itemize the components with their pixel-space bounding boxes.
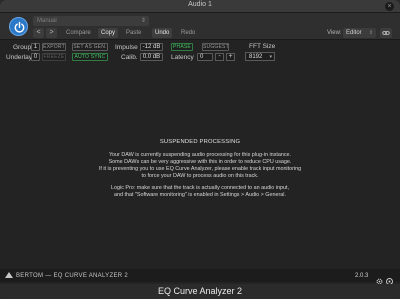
previous-preset-button[interactable]: < bbox=[33, 28, 44, 38]
preset-dropdown[interactable]: Manual ⇕ bbox=[33, 16, 149, 26]
calib-label: Calib. bbox=[121, 54, 138, 61]
gear-icon[interactable] bbox=[376, 272, 383, 285]
link-icon[interactable] bbox=[380, 28, 392, 38]
help-icon[interactable] bbox=[386, 272, 393, 285]
suggest-button[interactable]: SUGGEST bbox=[202, 43, 229, 51]
copy-button[interactable]: Copy bbox=[98, 28, 119, 38]
export-button[interactable]: EXPORT bbox=[42, 43, 66, 51]
preset-value: Manual bbox=[37, 18, 57, 24]
calib-field[interactable]: 0.0 dB bbox=[140, 53, 163, 61]
message-line: to force your DAW to process audio on th… bbox=[141, 173, 259, 179]
title-bar: Audio 1 × bbox=[0, 0, 400, 13]
plugin-name-bar: EQ Curve Analyzer 2 bbox=[0, 284, 400, 299]
undo-button[interactable]: Undo bbox=[152, 28, 173, 38]
message-line: Logic Pro: make sure that the track is a… bbox=[111, 185, 289, 191]
message-line: If it is preventing you to use EQ Curve … bbox=[98, 166, 302, 172]
message-line: Some DAWs can be very aggressive with th… bbox=[108, 159, 292, 165]
redo-button[interactable]: Redo bbox=[178, 28, 198, 38]
chevron-updown-icon: ⇕ bbox=[368, 30, 373, 36]
auto-sync-button[interactable]: AUTO SYNC bbox=[72, 53, 108, 61]
message-line: Your DAW is currently suspending audio p… bbox=[108, 152, 292, 158]
compare-button[interactable]: Compare bbox=[63, 28, 94, 38]
paste-button[interactable]: Paste bbox=[123, 28, 144, 38]
set-as-gen-button[interactable]: SET AS GEN. bbox=[72, 43, 108, 51]
impulse-label: Impulse bbox=[115, 44, 138, 51]
phase-button[interactable]: PHASE bbox=[171, 43, 193, 51]
chevron-down-icon: ▾ bbox=[269, 54, 272, 60]
underlay-label: Underlay bbox=[6, 54, 33, 61]
latency-increment-button[interactable]: + bbox=[226, 53, 235, 61]
fft-size-label: FFT Size bbox=[249, 43, 276, 50]
host-header: Manual ⇕ < > Compare Copy Paste Undo Red… bbox=[0, 13, 400, 40]
close-icon[interactable]: × bbox=[385, 2, 394, 11]
fft-size-dropdown[interactable]: 8192 ▾ bbox=[245, 52, 275, 61]
group-field[interactable]: 1 bbox=[31, 43, 40, 51]
brand: BERTOM — EQ CURVE ANALYZER 2 bbox=[5, 272, 128, 280]
freeze-button[interactable]: FREEZE bbox=[42, 53, 66, 61]
message-heading: SUSPENDED PROCESSING bbox=[159, 139, 241, 145]
fft-size-value: 8192 bbox=[249, 54, 263, 60]
view-dropdown[interactable]: Editor ⇕ bbox=[343, 28, 376, 38]
chevron-updown-icon: ⇕ bbox=[140, 18, 146, 24]
latency-decrement-button[interactable]: - bbox=[215, 53, 224, 61]
next-preset-button[interactable]: > bbox=[46, 28, 57, 38]
group-label: Group bbox=[13, 44, 32, 51]
window-title: Audio 1 bbox=[188, 1, 212, 8]
version-label: 2.0.3 bbox=[355, 273, 369, 279]
impulse-field[interactable]: -12 dB bbox=[140, 43, 163, 51]
latency-field[interactable]: 0 bbox=[197, 53, 213, 61]
brand-text: BERTOM — EQ CURVE ANALYZER 2 bbox=[16, 273, 128, 279]
message-line: and that "Software monitoring" is enable… bbox=[114, 192, 286, 198]
bertom-logo-icon bbox=[5, 272, 13, 278]
underlay-field[interactable]: 0 bbox=[31, 53, 40, 61]
view-label: View: bbox=[327, 30, 342, 36]
plugin-window: Audio 1 × Manual ⇕ < > Compare Copy Past… bbox=[0, 0, 400, 299]
power-icon[interactable] bbox=[9, 17, 28, 36]
latency-label: Latency bbox=[171, 54, 194, 61]
view-value: Editor bbox=[346, 30, 362, 36]
